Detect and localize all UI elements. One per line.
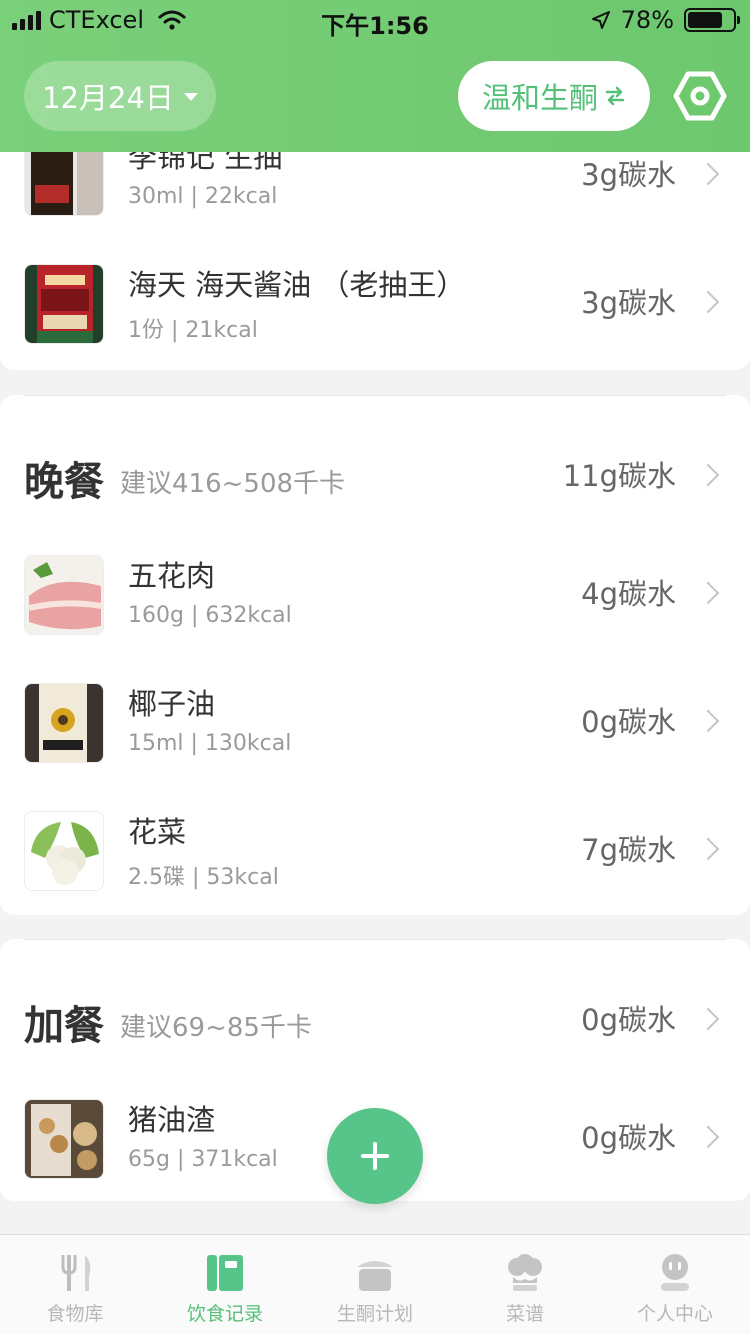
- tab-recipes[interactable]: 菜谱: [450, 1235, 600, 1334]
- meal-suggestion: 建议416~508千卡: [120, 469, 346, 499]
- tab-diet-record[interactable]: 饮食记录: [150, 1235, 300, 1334]
- food-name: 李锦记 生抽: [128, 152, 283, 174]
- food-name: 五花肉: [128, 559, 216, 593]
- previous-meal-card: 李锦记 生抽 30ml | 22kcal 3g碳水 海天 海天酱油 （老抽王） …: [0, 152, 750, 370]
- meal-carb-total: 11g碳水: [562, 459, 676, 493]
- bottom-tab-bar: 食物库 饮食记录 生酮计划 菜谱 个人中心: [0, 1234, 750, 1334]
- chevron-right-icon: [696, 162, 720, 186]
- food-name: 椰子油: [128, 687, 216, 721]
- food-item-row[interactable]: 五花肉 160g | 632kcal 4g碳水: [0, 531, 750, 659]
- food-item-row[interactable]: 花菜 2.5碟 | 53kcal 7g碳水: [0, 787, 750, 915]
- food-item-row[interactable]: 李锦记 生抽 30ml | 22kcal 3g碳水: [0, 152, 750, 240]
- food-carb: 3g碳水: [581, 158, 676, 192]
- swap-arrows-icon: [605, 86, 625, 106]
- divider: [24, 939, 726, 940]
- status-bar: CTExcel 下午1:56 78%: [0, 0, 750, 40]
- tab-label: 食物库: [46, 1303, 104, 1325]
- notebook-icon: [207, 1255, 243, 1291]
- fork-knife-icon: [61, 1255, 91, 1291]
- food-carb: 0g碳水: [581, 1121, 676, 1155]
- location-arrow-icon: [591, 11, 610, 29]
- tab-profile[interactable]: 个人中心: [600, 1235, 750, 1334]
- diet-mode-label: 温和生酮: [481, 81, 598, 115]
- battery-fill: [688, 12, 723, 28]
- meal-suggestion: 建议69~85千卡: [120, 1013, 312, 1043]
- battery-percent: 78%: [620, 6, 674, 34]
- food-item-row[interactable]: 海天 海天酱油 （老抽王） 1份 | 21kcal 3g碳水: [0, 240, 750, 368]
- food-carb: 4g碳水: [581, 577, 676, 611]
- chevron-right-icon: [696, 463, 720, 487]
- caret-down-icon: [183, 93, 198, 101]
- food-thumbnail: [24, 555, 104, 635]
- food-thumbnail: [24, 152, 104, 216]
- food-detail: 1份 | 21kcal: [128, 318, 258, 343]
- diet-mode-button[interactable]: 温和生酮: [458, 61, 650, 131]
- chevron-right-icon: [696, 837, 720, 861]
- food-name: 猪油渣: [128, 1103, 216, 1137]
- tab-label: 菜谱: [505, 1303, 544, 1325]
- tab-food-library[interactable]: 食物库: [0, 1235, 150, 1334]
- dinner-header[interactable]: 晚餐 建议416~508千卡 11g碳水: [0, 411, 750, 539]
- food-carb: 0g碳水: [581, 705, 676, 739]
- meal-carb-total: 0g碳水: [581, 1003, 676, 1037]
- food-thumbnail: [24, 1099, 104, 1179]
- pot-icon: [357, 1261, 393, 1291]
- food-thumbnail: [24, 811, 104, 891]
- food-item-row[interactable]: 椰子油 15ml | 130kcal 0g碳水: [0, 659, 750, 787]
- food-carb: 7g碳水: [581, 833, 676, 867]
- food-detail: 2.5碟 | 53kcal: [128, 865, 279, 890]
- food-detail: 160g | 632kcal: [128, 603, 292, 628]
- date-picker-button[interactable]: 12月24日: [24, 61, 216, 131]
- app-header: CTExcel 下午1:56 78% 12月24日 温和生酮: [0, 0, 750, 152]
- food-detail: 30ml | 22kcal: [128, 184, 278, 209]
- add-food-button[interactable]: [327, 1108, 423, 1204]
- dinner-card: 晚餐 建议416~508千卡 11g碳水 五花肉 160g | 632kcal …: [0, 395, 750, 915]
- meal-title: 晚餐: [24, 459, 104, 505]
- diet-record-list: 李锦记 生抽 30ml | 22kcal 3g碳水 海天 海天酱油 （老抽王） …: [0, 152, 750, 1234]
- meal-title: 加餐: [24, 1003, 104, 1049]
- divider: [24, 395, 726, 396]
- tab-label: 饮食记录: [186, 1303, 263, 1325]
- date-label: 12月24日: [42, 81, 174, 115]
- chef-hat-icon: [508, 1254, 542, 1291]
- tab-label: 生酮计划: [336, 1303, 413, 1325]
- snack-header[interactable]: 加餐 建议69~85千卡 0g碳水: [0, 955, 750, 1083]
- chevron-right-icon: [696, 581, 720, 605]
- chevron-right-icon: [696, 1125, 720, 1149]
- chevron-right-icon: [696, 709, 720, 733]
- settings-hex-icon[interactable]: [672, 68, 728, 124]
- food-detail: 65g | 371kcal: [128, 1147, 278, 1172]
- food-name: 海天 海天酱油 （老抽王）: [128, 268, 466, 302]
- chevron-right-icon: [696, 290, 720, 314]
- profile-icon: [661, 1254, 689, 1291]
- food-carb: 3g碳水: [581, 286, 676, 320]
- tab-keto-plan[interactable]: 生酮计划: [300, 1235, 450, 1334]
- food-detail: 15ml | 130kcal: [128, 731, 292, 756]
- tab-label: 个人中心: [636, 1303, 713, 1325]
- chevron-right-icon: [696, 1007, 720, 1031]
- battery-icon: [684, 8, 740, 32]
- food-name: 花菜: [128, 815, 187, 849]
- food-thumbnail: [24, 264, 104, 344]
- food-thumbnail: [24, 683, 104, 763]
